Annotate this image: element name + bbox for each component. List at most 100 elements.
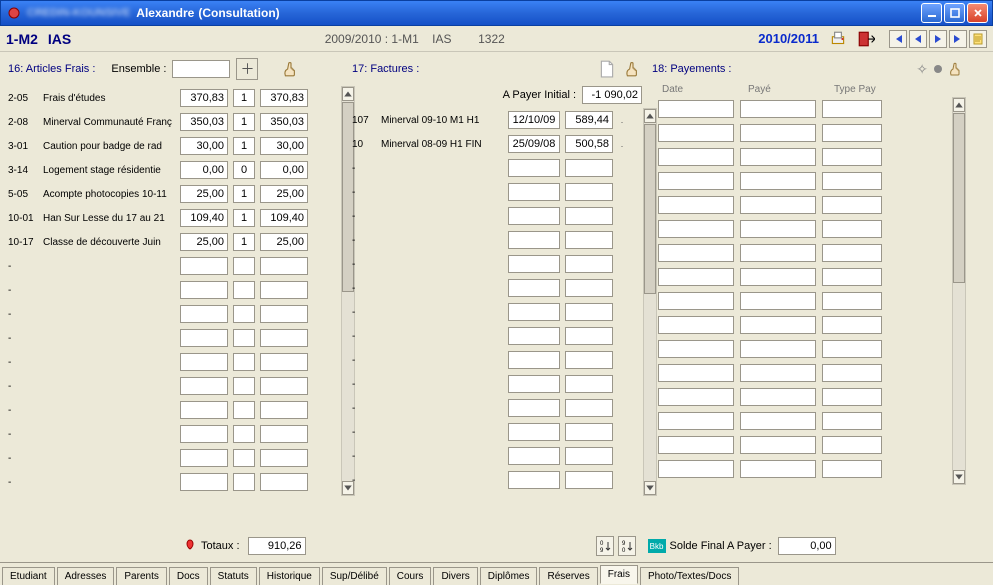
facture-amount[interactable] xyxy=(565,471,613,489)
article-amount[interactable] xyxy=(180,209,228,227)
article-total[interactable] xyxy=(260,233,308,251)
notes-icon[interactable] xyxy=(969,30,987,48)
article-qty[interactable] xyxy=(233,305,255,323)
payment-paid[interactable] xyxy=(740,316,816,334)
exit-icon[interactable] xyxy=(857,30,875,48)
payment-type[interactable] xyxy=(822,244,882,262)
article-amount[interactable] xyxy=(180,257,228,275)
payment-paid[interactable] xyxy=(740,460,816,478)
facture-date[interactable] xyxy=(508,255,560,273)
payment-date[interactable] xyxy=(658,196,734,214)
payment-paid[interactable] xyxy=(740,244,816,262)
facture-date[interactable] xyxy=(508,231,560,249)
article-qty[interactable] xyxy=(233,281,255,299)
facture-date[interactable] xyxy=(508,399,560,417)
facture-date[interactable] xyxy=(508,207,560,225)
payment-type[interactable] xyxy=(822,124,882,142)
payment-date[interactable] xyxy=(658,388,734,406)
payment-type[interactable] xyxy=(822,364,882,382)
facture-date[interactable] xyxy=(508,183,560,201)
factures-hand-icon[interactable] xyxy=(624,60,642,78)
article-qty[interactable] xyxy=(233,257,255,275)
tab-cours[interactable]: Cours xyxy=(389,567,432,585)
facture-date[interactable] xyxy=(508,327,560,345)
payment-paid[interactable] xyxy=(740,436,816,454)
payment-date[interactable] xyxy=(658,316,734,334)
tab-dipl-mes[interactable]: Diplômes xyxy=(480,567,538,585)
article-total[interactable] xyxy=(260,281,308,299)
tab-r-serves[interactable]: Réserves xyxy=(539,567,597,585)
payment-date[interactable] xyxy=(658,292,734,310)
payment-paid[interactable] xyxy=(740,196,816,214)
article-amount[interactable] xyxy=(180,353,228,371)
facture-amount[interactable] xyxy=(565,183,613,201)
article-amount[interactable] xyxy=(180,137,228,155)
facture-amount[interactable] xyxy=(565,351,613,369)
article-qty[interactable] xyxy=(233,401,255,419)
payments-scrollbar[interactable] xyxy=(952,97,966,485)
article-qty[interactable] xyxy=(233,329,255,347)
payment-date[interactable] xyxy=(658,172,734,190)
payment-date[interactable] xyxy=(658,220,734,238)
article-amount[interactable] xyxy=(180,113,228,131)
facture-amount[interactable] xyxy=(565,279,613,297)
article-qty[interactable] xyxy=(233,233,255,251)
facture-amount[interactable] xyxy=(565,303,613,321)
article-qty[interactable] xyxy=(233,89,255,107)
facture-amount[interactable] xyxy=(565,447,613,465)
payment-type[interactable] xyxy=(822,412,882,430)
print-icon[interactable] xyxy=(829,30,847,48)
tab-etudiant[interactable]: Etudiant xyxy=(2,567,55,585)
article-qty[interactable] xyxy=(233,473,255,491)
payment-type[interactable] xyxy=(822,316,882,334)
payment-paid[interactable] xyxy=(740,412,816,430)
facture-amount[interactable] xyxy=(565,207,613,225)
payment-paid[interactable] xyxy=(740,364,816,382)
payment-paid[interactable] xyxy=(740,268,816,286)
new-invoice-icon[interactable] xyxy=(598,60,616,78)
payment-date[interactable] xyxy=(658,364,734,382)
payment-paid[interactable] xyxy=(740,124,816,142)
article-amount[interactable] xyxy=(180,449,228,467)
payment-paid[interactable] xyxy=(740,292,816,310)
facture-amount[interactable] xyxy=(565,327,613,345)
article-total[interactable] xyxy=(260,425,308,443)
article-total[interactable] xyxy=(260,353,308,371)
payment-date[interactable] xyxy=(658,148,734,166)
payment-type[interactable] xyxy=(822,340,882,358)
article-qty[interactable] xyxy=(233,185,255,203)
payment-type[interactable] xyxy=(822,148,882,166)
payment-type[interactable] xyxy=(822,436,882,454)
tab-divers[interactable]: Divers xyxy=(433,567,477,585)
article-total[interactable] xyxy=(260,401,308,419)
article-qty[interactable] xyxy=(233,137,255,155)
article-amount[interactable] xyxy=(180,377,228,395)
payment-paid[interactable] xyxy=(740,148,816,166)
facture-date[interactable] xyxy=(508,159,560,177)
article-amount[interactable] xyxy=(180,233,228,251)
tab-photo-textes-docs[interactable]: Photo/Textes/Docs xyxy=(640,567,739,585)
payment-paid[interactable] xyxy=(740,172,816,190)
payment-date[interactable] xyxy=(658,100,734,118)
payment-type[interactable] xyxy=(822,196,882,214)
facture-date[interactable] xyxy=(508,279,560,297)
minimize-button[interactable] xyxy=(921,3,942,23)
article-total[interactable] xyxy=(260,185,308,203)
scroll-up[interactable] xyxy=(953,98,965,112)
payments-hand-icon[interactable] xyxy=(948,61,964,77)
article-qty[interactable] xyxy=(233,425,255,443)
facture-date[interactable] xyxy=(508,447,560,465)
payment-date[interactable] xyxy=(658,244,734,262)
sort-desc-button[interactable]: 09 xyxy=(596,536,614,556)
article-qty[interactable] xyxy=(233,209,255,227)
tab-statuts[interactable]: Statuts xyxy=(210,567,257,585)
article-total[interactable] xyxy=(260,113,308,131)
facture-amount[interactable] xyxy=(565,375,613,393)
article-amount[interactable] xyxy=(180,161,228,179)
articles-hand-icon[interactable] xyxy=(282,60,300,78)
sort-asc-button[interactable]: 90 xyxy=(618,536,636,556)
record-icon[interactable] xyxy=(934,65,942,73)
ensemble-input[interactable] xyxy=(172,60,230,78)
facture-date[interactable] xyxy=(508,471,560,489)
sparkle-icon[interactable]: ✧ xyxy=(916,61,928,78)
